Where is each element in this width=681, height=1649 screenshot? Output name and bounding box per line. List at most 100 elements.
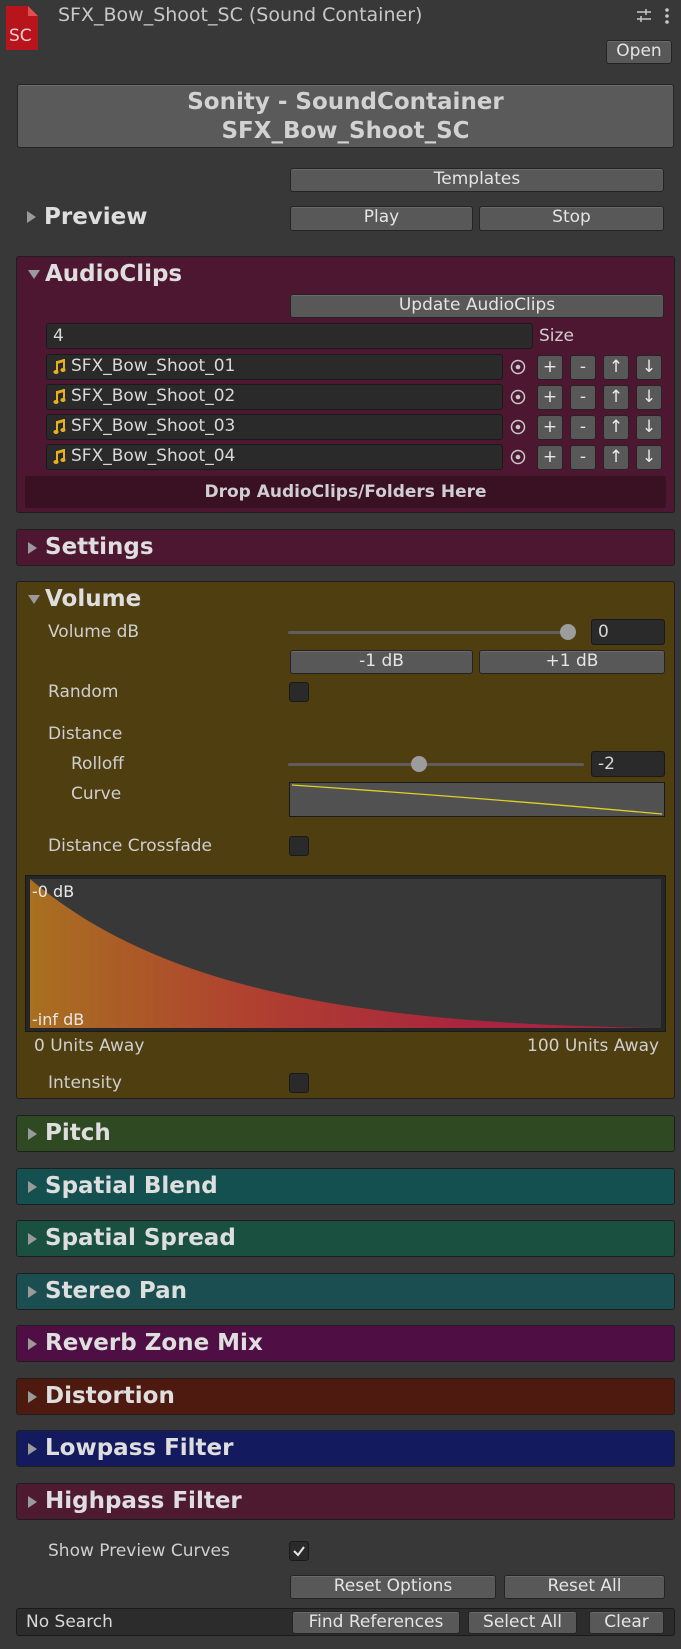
move-up-button[interactable]: ↑ xyxy=(603,415,629,440)
settings-title: Settings xyxy=(45,534,154,560)
rolloff-slider-track xyxy=(288,763,584,766)
show-preview-curves-checkbox[interactable] xyxy=(289,1541,309,1561)
move-up-button[interactable]: ↑ xyxy=(603,355,629,380)
intensity-checkbox[interactable] xyxy=(289,1073,309,1093)
add-clip-button[interactable]: + xyxy=(537,355,563,380)
remove-clip-button[interactable]: - xyxy=(570,385,596,410)
move-down-button[interactable]: ↓ xyxy=(636,385,662,410)
reset-options-button[interactable]: Reset Options xyxy=(290,1575,496,1599)
object-picker-icon[interactable] xyxy=(510,359,526,375)
templates-button[interactable]: Templates xyxy=(290,168,664,192)
settings-section[interactable]: Settings xyxy=(16,529,675,566)
expand-arrow-icon xyxy=(28,1391,37,1403)
audio-note-icon xyxy=(53,448,67,466)
expand-arrow-icon xyxy=(28,1128,37,1140)
add-clip-button[interactable]: + xyxy=(537,385,563,410)
intensity-label: Intensity xyxy=(48,1073,122,1093)
lowpass-filter-section[interactable]: Lowpass Filter xyxy=(16,1430,675,1467)
audio-note-icon xyxy=(53,418,67,436)
audioclip-field[interactable]: SFX_Bow_Shoot_04 xyxy=(46,444,526,470)
distortion-section[interactable]: Distortion xyxy=(16,1378,675,1415)
banner-box: Sonity - SoundContainer SFX_Bow_Shoot_SC xyxy=(17,84,674,148)
audioclips-title: AudioClips xyxy=(45,261,183,287)
object-picker-icon[interactable] xyxy=(510,449,526,465)
rolloff-label: Rolloff xyxy=(71,754,125,774)
sound-container-icon: SC xyxy=(6,6,38,50)
more-options-icon[interactable] xyxy=(664,7,670,25)
move-up-button[interactable]: ↑ xyxy=(603,385,629,410)
show-preview-curves-label: Show Preview Curves xyxy=(48,1541,230,1561)
rolloff-slider[interactable] xyxy=(288,754,584,774)
pitch-title: Pitch xyxy=(45,1120,111,1146)
distance-crossfade-label: Distance Crossfade xyxy=(48,836,212,856)
distortion-title: Distortion xyxy=(45,1383,175,1409)
size-label: Size xyxy=(539,326,574,346)
stereo-pan-section[interactable]: Stereo Pan xyxy=(16,1273,675,1310)
remove-clip-button[interactable]: - xyxy=(570,445,596,470)
pitch-section[interactable]: Pitch xyxy=(16,1115,675,1152)
spatial-blend-section[interactable]: Spatial Blend xyxy=(16,1168,675,1205)
update-audioclips-button[interactable]: Update AudioClips xyxy=(290,294,664,318)
distance-label: Distance xyxy=(48,724,123,744)
rolloff-slider-knob[interactable] xyxy=(411,756,427,772)
remove-clip-button[interactable]: - xyxy=(570,355,596,380)
size-field[interactable]: 4 xyxy=(46,323,533,349)
move-up-button[interactable]: ↑ xyxy=(603,445,629,470)
highpass-filter-section[interactable]: Highpass Filter xyxy=(16,1483,675,1520)
volume-foldout[interactable]: Volume xyxy=(17,582,317,616)
clear-button[interactable]: Clear xyxy=(589,1611,664,1634)
preview-title: Preview xyxy=(44,204,148,230)
spatial-blend-title: Spatial Blend xyxy=(45,1173,218,1199)
collapse-arrow-icon xyxy=(28,595,40,604)
expand-arrow-icon xyxy=(28,1443,37,1455)
expand-arrow-icon xyxy=(28,1181,37,1193)
remove-clip-button[interactable]: - xyxy=(570,415,596,440)
volume-slider[interactable] xyxy=(288,622,578,642)
drop-area[interactable]: Drop AudioClips/Folders Here xyxy=(25,476,666,508)
move-down-button[interactable]: ↓ xyxy=(636,445,662,470)
audioclip-field[interactable]: SFX_Bow_Shoot_02 xyxy=(46,384,526,410)
graph-top-label: -0 dB xyxy=(32,882,75,901)
stop-button[interactable]: Stop xyxy=(479,206,664,231)
add-clip-button[interactable]: + xyxy=(537,445,563,470)
curve-field[interactable] xyxy=(289,782,665,817)
plus-1db-button[interactable]: +1 dB xyxy=(479,650,665,674)
banner-line2: SFX_Bow_Shoot_SC xyxy=(221,118,470,144)
audioclips-foldout[interactable]: AudioClips xyxy=(17,257,317,291)
minus-1db-button[interactable]: -1 dB xyxy=(290,650,473,674)
object-picker-icon[interactable] xyxy=(510,419,526,435)
volume-db-label: Volume dB xyxy=(48,622,140,642)
reset-all-button[interactable]: Reset All xyxy=(504,1575,665,1599)
volume-db-field[interactable]: 0 xyxy=(591,619,665,645)
audioclip-field[interactable]: SFX_Bow_Shoot_01 xyxy=(46,354,526,380)
reverb-zone-mix-section[interactable]: Reverb Zone Mix xyxy=(16,1325,675,1362)
distance-crossfade-checkbox[interactable] xyxy=(289,836,309,856)
icon-text: SC xyxy=(9,26,32,46)
audioclip-field[interactable]: SFX_Bow_Shoot_03 xyxy=(46,414,526,440)
collapse-arrow-icon xyxy=(28,270,40,279)
add-clip-button[interactable]: + xyxy=(537,415,563,440)
graph-bottom-label: -inf dB xyxy=(32,1010,85,1029)
volume-curve-graph: -0 dB -inf dB xyxy=(25,875,666,1032)
move-down-button[interactable]: ↓ xyxy=(636,415,662,440)
audio-note-icon xyxy=(53,358,67,376)
move-down-button[interactable]: ↓ xyxy=(636,355,662,380)
graph-right-label: 100 Units Away xyxy=(527,1036,660,1056)
rolloff-field[interactable]: -2 xyxy=(591,751,665,777)
expand-arrow-icon xyxy=(28,542,37,554)
audioclip-name: SFX_Bow_Shoot_02 xyxy=(71,386,236,406)
object-picker-icon[interactable] xyxy=(510,389,526,405)
preview-foldout[interactable]: Preview xyxy=(16,202,276,234)
settings-sliders-icon[interactable] xyxy=(636,8,652,24)
volume-slider-knob[interactable] xyxy=(560,624,576,640)
spatial-spread-section[interactable]: Spatial Spread xyxy=(16,1220,675,1257)
banner-line1: Sonity - SoundContainer xyxy=(187,89,504,115)
select-all-button[interactable]: Select All xyxy=(468,1611,577,1634)
spatial-spread-title: Spatial Spread xyxy=(45,1225,236,1251)
play-button[interactable]: Play xyxy=(290,206,473,231)
lowpass-filter-title: Lowpass Filter xyxy=(45,1435,234,1461)
random-checkbox[interactable] xyxy=(289,682,309,702)
find-references-button[interactable]: Find References xyxy=(292,1611,460,1634)
open-button[interactable]: Open xyxy=(606,40,672,64)
expand-arrow-icon xyxy=(28,1496,37,1508)
